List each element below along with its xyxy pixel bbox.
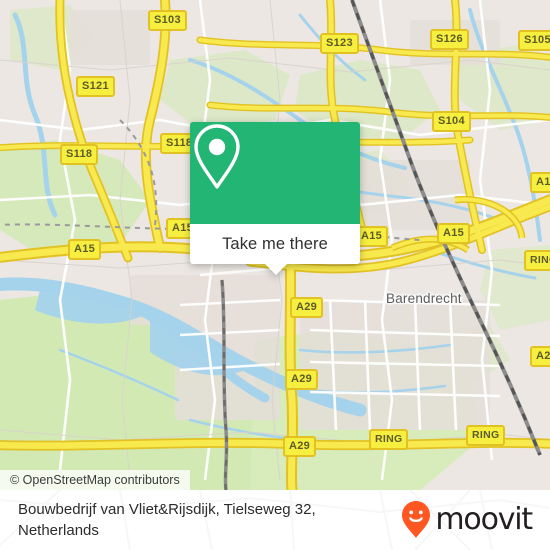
location-popup[interactable]: Take me there [190,122,360,275]
road-shield-s121: S121 [76,76,115,97]
road-shield-s105: S105 [518,30,550,51]
road-shield-s118: S118 [60,144,99,165]
road-shield-s104: S104 [432,111,471,132]
road-shield-s123: S123 [320,33,359,54]
road-shield-a29: A29 [285,369,319,390]
moovit-wordmark: moovit [435,502,533,537]
moovit-logo[interactable]: moovit [401,500,533,540]
map-screenshot: S103S123S126S105S121S104S118S118A15A15A1… [0,0,550,550]
map-pin-icon [194,124,240,189]
moovit-smiley-pin-icon [402,501,431,538]
popup-image-area [190,122,360,224]
footer-bar: Bouwbedrijf van Vliet&Rijsdijk, Tielsewe… [0,490,550,550]
road-shield-a29: A29 [530,346,550,367]
road-shield-a15: A15 [530,172,550,193]
road-shield-ring: RING [524,250,550,271]
map-canvas[interactable]: S103S123S126S105S121S104S118S118A15A15A1… [0,0,550,490]
road-shield-a29: A29 [283,436,317,457]
road-shield-s103: S103 [148,10,187,31]
road-shield-a15: A15 [437,223,471,244]
road-shield-ring: RING [369,429,409,450]
road-shield-a15: A15 [68,239,102,260]
map-attribution[interactable]: © OpenStreetMap contributors [0,470,190,490]
road-shield-a29: A29 [290,297,324,318]
take-me-there-label: Take me there [222,234,328,253]
road-shield-ring: RING [466,425,506,446]
take-me-there-button[interactable]: Take me there [190,224,360,264]
place-label-barendrecht: Barendrecht [386,291,462,306]
road-shield-s126: S126 [430,29,469,50]
popup-tail [265,264,287,275]
location-title: Bouwbedrijf van Vliet&Rijsdijk, Tielsewe… [18,501,316,539]
